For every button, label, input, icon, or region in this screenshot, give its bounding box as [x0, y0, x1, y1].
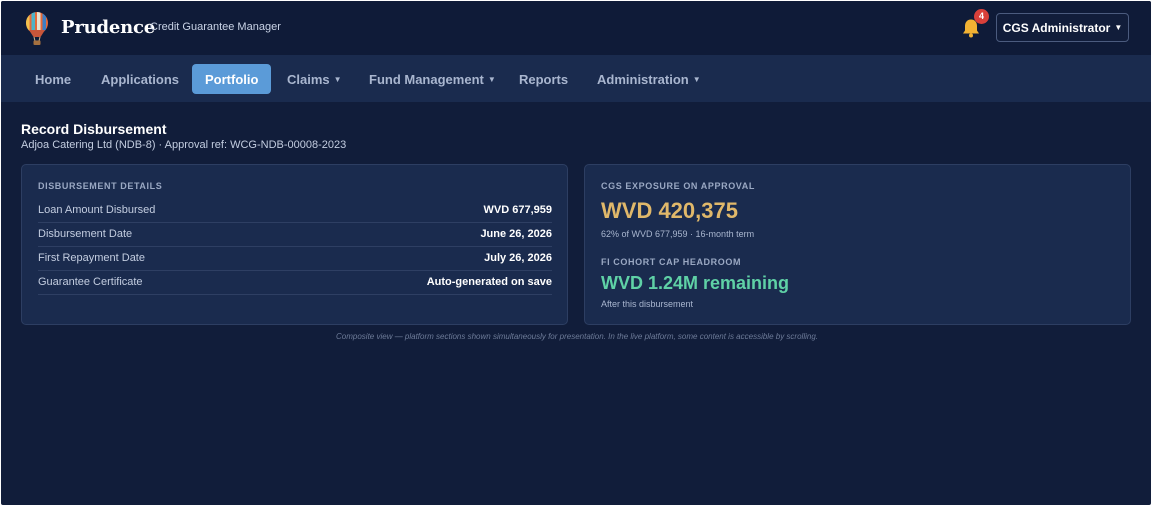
nav-item-label: Fund Management	[369, 71, 484, 87]
nav-item-claims[interactable]: Claims ▼	[287, 64, 342, 94]
footnote: Composite view — platform sections shown…	[336, 332, 818, 341]
user-menu-label: CGS Administrator	[1002, 20, 1111, 35]
detail-label: Loan Amount Disbursed	[38, 204, 156, 216]
detail-value: June 26, 2026	[480, 228, 552, 240]
detail-row: Disbursement Date June 26, 2026	[38, 222, 552, 247]
section-heading: CGS EXPOSURE ON APPROVAL	[601, 181, 755, 191]
detail-label: Guarantee Certificate	[38, 276, 143, 288]
detail-label: Disbursement Date	[38, 228, 133, 240]
exposure-note: 62% of WVD 677,959 · 16-month term	[601, 229, 755, 239]
nav-item-label: Portfolio	[205, 71, 259, 87]
caret-down-icon: ▼	[692, 74, 701, 84]
nav-item-label: Applications	[101, 71, 180, 87]
nav-item-applications[interactable]: Applications	[101, 64, 179, 94]
nav-item-fund-management[interactable]: Fund Management ▼	[369, 64, 496, 94]
detail-row: First Repayment Date July 26, 2026	[38, 246, 552, 271]
app-window: Prudence Credit Guarantee Manager 4 CGS …	[1, 1, 1151, 505]
detail-row: Loan Amount Disbursed WVD 677,959	[38, 198, 552, 223]
nav-item-label: Reports	[519, 71, 569, 87]
nav-item-portfolio[interactable]: Portfolio	[192, 64, 272, 94]
detail-value: WVD 677,959	[483, 204, 552, 216]
nav-item-label: Claims	[287, 71, 330, 87]
page-title: Record Disbursement	[21, 121, 167, 137]
nav-item-label: Administration	[597, 71, 689, 87]
disbursement-details-card: DISBURSEMENT DETAILS Loan Amount Disburs…	[21, 164, 568, 325]
top-header: Prudence Credit Guarantee Manager 4 CGS …	[1, 1, 1151, 55]
page-subtitle: Adjoa Catering Ltd (NDB-8) · Approval re…	[21, 139, 347, 151]
caret-down-icon: ▼	[487, 74, 496, 84]
nav-item-reports[interactable]: Reports	[519, 64, 568, 94]
headroom-value: WVD 1.24M remaining	[601, 273, 790, 293]
detail-row: Guarantee Certificate Auto-generated on …	[38, 270, 552, 295]
nav-item-label: Home	[35, 71, 72, 87]
detail-value: Auto-generated on save	[426, 276, 552, 288]
hot-air-balloon-icon	[26, 12, 48, 45]
caret-down-icon: ▼	[333, 74, 342, 84]
headroom-note: After this disbursement	[601, 299, 694, 309]
user-menu-button[interactable]: CGS Administrator ▼	[996, 13, 1129, 42]
exposure-card: CGS EXPOSURE ON APPROVAL WVD 420,375 62%…	[584, 164, 1131, 325]
section-heading: FI COHORT CAP HEADROOM	[601, 257, 742, 267]
exposure-value: WVD 420,375	[601, 198, 738, 223]
section-heading: DISBURSEMENT DETAILS	[38, 181, 163, 191]
brand-name[interactable]: Prudence	[61, 17, 155, 38]
detail-value: July 26, 2026	[484, 252, 552, 264]
nav-item-home[interactable]: Home	[35, 64, 71, 94]
main-nav: Home Applications Portfolio Claims ▼ Fun…	[1, 55, 1151, 102]
brand-subtitle: Credit Guarantee Manager	[150, 21, 281, 33]
detail-label: First Repayment Date	[38, 252, 145, 264]
caret-down-icon: ▼	[1114, 23, 1123, 32]
nav-item-administration[interactable]: Administration ▼	[597, 64, 701, 94]
notification-count-badge: 4	[974, 9, 989, 24]
